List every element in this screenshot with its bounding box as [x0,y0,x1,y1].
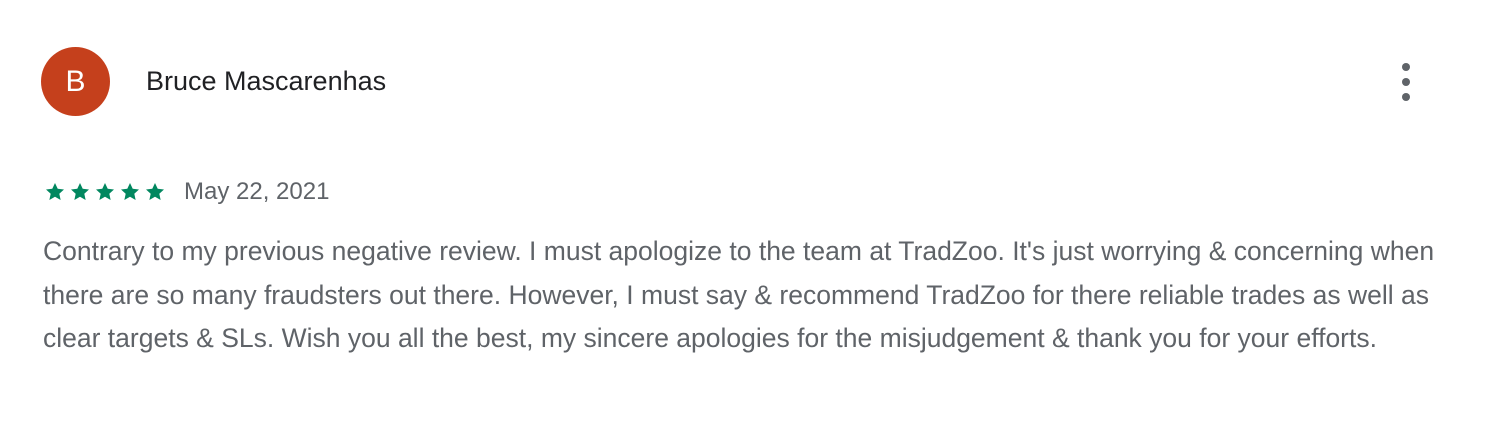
star-icon [71,183,89,200]
reviewer-name: Bruce Mascarenhas [146,66,387,96]
review-date: May 22, 2021 [184,178,330,205]
more-vert-icon-dot [1402,78,1410,86]
star-icon [146,183,164,200]
star-icon [96,183,114,200]
star-icon [121,183,139,200]
avatar: B [41,47,110,116]
star-rating [43,181,167,203]
more-vert-icon [1402,63,1410,71]
rating-row: May 22, 2021 [43,176,329,208]
review-text: Contrary to my previous negative review.… [43,236,1435,353]
star-icon [46,183,64,200]
avatar-letter: B [65,64,86,98]
more-vert-icon-dot [1402,93,1410,101]
more-options-button[interactable] [1386,60,1426,104]
